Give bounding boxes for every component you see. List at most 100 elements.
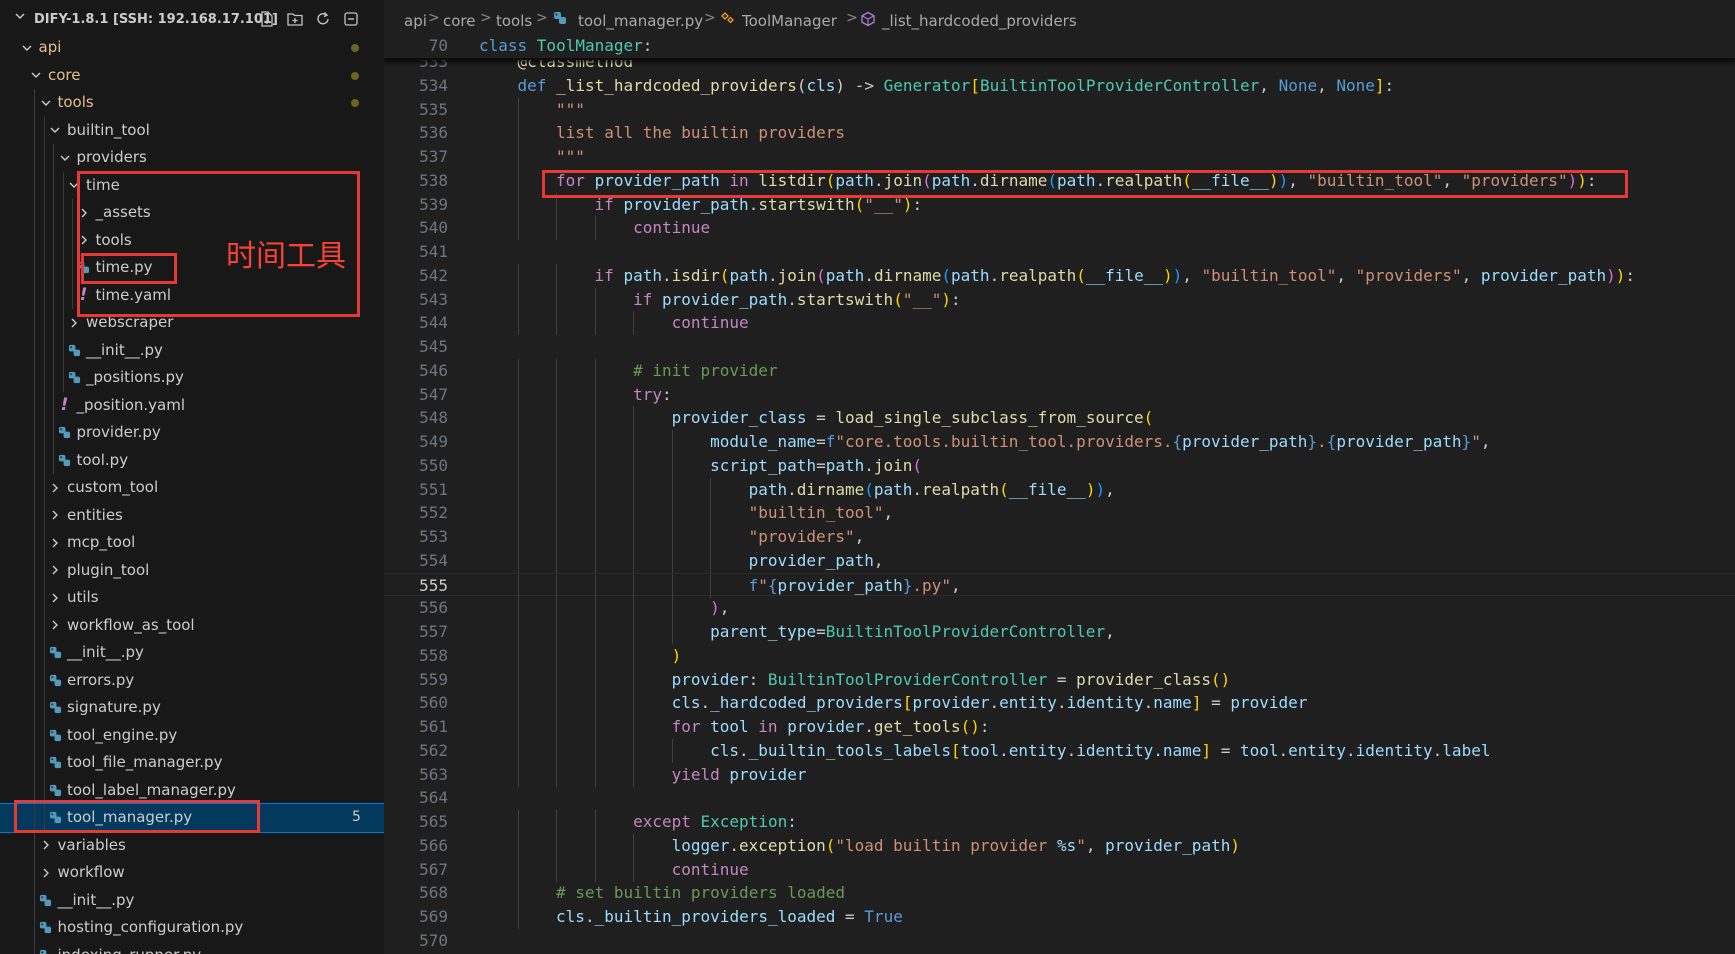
chevron-right-icon[interactable]	[67, 309, 81, 337]
tree-item-tool-manager-py[interactable]: tool_manager.py 5	[0, 803, 384, 833]
code-line[interactable]: 570	[384, 929, 1735, 953]
code-line[interactable]: 557 parent_type=BuiltinToolProviderContro…	[384, 620, 1735, 644]
tree-item-tool-py[interactable]: tool.py	[0, 446, 384, 474]
refresh-icon[interactable]	[312, 8, 334, 30]
tree-item-indexing-runner-py[interactable]: indexing_runner.py	[0, 941, 384, 954]
tree-item-mcp-tool[interactable]: mcp_tool	[0, 529, 384, 557]
tree-item-time[interactable]: time	[0, 171, 384, 200]
chevron-down-icon[interactable]	[58, 144, 72, 172]
chevron-right-icon[interactable]	[39, 859, 53, 887]
chevron-down-icon[interactable]	[20, 34, 34, 62]
tree-item-tool-file-manager-py[interactable]: tool_file_manager.py	[0, 749, 384, 777]
code-line[interactable]: 544 continue	[384, 311, 1735, 336]
tree-item-hosting-configuration-py[interactable]: hosting_configuration.py	[0, 914, 384, 942]
code-line[interactable]: 554 provider_path,	[384, 548, 1735, 573]
chevron-right-icon[interactable]	[77, 199, 91, 227]
code-line[interactable]: 561 for tool in provider.get_tools():	[384, 715, 1735, 739]
code-line[interactable]: 538 for provider_path in listdir(path.joi…	[384, 168, 1735, 193]
code-line[interactable]: 548 provider_class = load_single_subclass…	[384, 406, 1735, 431]
chevron-down-icon[interactable]	[48, 117, 62, 145]
tree-item-init-py[interactable]: __init__.py	[0, 639, 384, 667]
new-folder-icon[interactable]	[284, 8, 306, 30]
tree-item-init-py[interactable]: __init__.py	[0, 336, 384, 364]
collapse-all-icon[interactable]	[340, 8, 362, 30]
tree-item-plugin-tool[interactable]: plugin_tool	[0, 556, 384, 585]
chevron-right-icon[interactable]	[48, 529, 62, 557]
code-line[interactable]: 565 except Exception:	[384, 810, 1735, 834]
code-line[interactable]: 555 f"{provider_path}.py",	[384, 572, 1735, 598]
code-line[interactable]: 563 yield provider	[384, 762, 1735, 787]
sticky-scroll-header[interactable]: 70 class ToolManager:	[384, 34, 1735, 60]
code-line[interactable]: 549 module_name=f"core.tools.builtin_tool…	[384, 430, 1735, 454]
tree-item-signature-py[interactable]: signature.py	[0, 694, 384, 722]
code-line[interactable]: 539 if provider_path.startswith("__"):	[384, 192, 1735, 217]
code-line[interactable]: 535 """	[384, 97, 1735, 122]
code-line[interactable]: 546 # init provider	[384, 358, 1735, 383]
code-line[interactable]: 552 "builtin_tool",	[384, 501, 1735, 526]
code-line[interactable]: 540 continue	[384, 216, 1735, 241]
code-editor[interactable]: api > core > tools > tool_manager.py > T…	[384, 0, 1735, 954]
code-line[interactable]: 537 """	[384, 145, 1735, 169]
breadcrumb-class[interactable]: ToolManager	[742, 12, 837, 30]
breadcrumb-core[interactable]: core	[443, 12, 476, 30]
tree-item-api[interactable]: api	[0, 34, 384, 62]
tree-item-variables[interactable]: variables	[0, 831, 384, 860]
breadcrumb-tools[interactable]: tools	[496, 12, 532, 30]
code-line[interactable]: 534 def _list_hardcoded_providers(cls) ->…	[384, 74, 1735, 98]
code-line[interactable]: 547 try:	[384, 382, 1735, 407]
tree-item-builtin-tool[interactable]: builtin_tool	[0, 116, 384, 145]
chevron-down-icon[interactable]	[14, 10, 26, 26]
new-file-icon[interactable]	[256, 8, 278, 30]
tree-item-init-py[interactable]: __init__.py	[0, 886, 384, 914]
breadcrumb-method[interactable]: _list_hardcoded_providers	[882, 12, 1077, 30]
chevron-right-icon[interactable]	[39, 832, 53, 860]
chevron-down-icon[interactable]	[39, 89, 53, 117]
tree-item-tools[interactable]: tools	[0, 89, 384, 117]
code-line[interactable]: 545	[384, 335, 1735, 359]
tree-item-errors-py[interactable]: errors.py	[0, 666, 384, 694]
breadcrumb-file[interactable]: tool_manager.py	[578, 12, 703, 30]
chevron-right-icon[interactable]	[77, 227, 91, 255]
chevron-right-icon[interactable]	[48, 502, 62, 530]
code-line[interactable]: 559 provider: BuiltinToolProviderControll…	[384, 667, 1735, 692]
tree-item-utils[interactable]: utils	[0, 584, 384, 612]
code-line[interactable]: 551 path.dirname(path.realpath(__file__))…	[384, 477, 1735, 502]
tree-item-core[interactable]: core	[0, 62, 384, 90]
code-line[interactable]: 543 if provider_path.startswith("__"):	[384, 287, 1735, 312]
code-line[interactable]: 567 continue	[384, 857, 1735, 882]
code-line[interactable]: 550 script_path=path.join(	[384, 453, 1735, 478]
breadcrumb-api[interactable]: api	[404, 12, 427, 30]
tree-item-workflow[interactable]: workflow	[0, 859, 384, 887]
code-line[interactable]: 564	[384, 786, 1735, 810]
tree-item-webscraper[interactable]: webscraper	[0, 309, 384, 337]
code-line[interactable]: 553 "providers",	[384, 525, 1735, 549]
code-line[interactable]: 566 logger.exception("load builtin provid…	[384, 833, 1735, 858]
workspace-title[interactable]: DIFY-1.8.1 [SSH: 192.168.17.101]	[34, 12, 278, 27]
code-line[interactable]: 556),	[384, 596, 1735, 621]
chevron-right-icon[interactable]	[48, 584, 62, 612]
code-line[interactable]: 536 list all the builtin providers	[384, 121, 1735, 146]
tree-item-custom-tool[interactable]: custom_tool	[0, 474, 384, 502]
chevron-down-icon[interactable]	[67, 172, 81, 200]
code-line[interactable]: 542 if path.isdir(path.join(path.dirname(…	[384, 263, 1735, 288]
code-line[interactable]: 562 cls._builtin_tools_labels[tool.entity…	[384, 738, 1735, 763]
code-line[interactable]: 558)	[384, 643, 1735, 668]
tree-item-position-yaml[interactable]: ! _position.yaml	[0, 391, 384, 419]
tree-item-entities[interactable]: entities	[0, 501, 384, 530]
chevron-right-icon[interactable]	[48, 557, 62, 585]
tree-item-provider-py[interactable]: provider.py	[0, 419, 384, 447]
chevron-right-icon[interactable]	[48, 474, 62, 502]
tree-item-positions-py[interactable]: _positions.py	[0, 364, 384, 392]
tree-item-tool-label-manager-py[interactable]: tool_label_manager.py	[0, 776, 384, 804]
tree-item-assets[interactable]: _assets	[0, 199, 384, 227]
tree-item-workflow-as-tool[interactable]: workflow_as_tool	[0, 611, 384, 640]
tree-item-time-yaml[interactable]: ! time.yaml	[0, 281, 384, 309]
chevron-right-icon[interactable]	[48, 612, 62, 640]
code-line[interactable]: 569 cls._builtin_providers_loaded = True	[384, 905, 1735, 929]
code-line[interactable]: 541	[384, 240, 1735, 264]
code-line[interactable]: 568 # set builtin providers loaded	[384, 881, 1735, 906]
chevron-down-icon[interactable]	[29, 62, 43, 90]
tree-item-tool-engine-py[interactable]: tool_engine.py	[0, 721, 384, 749]
code-line[interactable]: 560 cls._hardcoded_providers[provider.ent…	[384, 691, 1735, 716]
tree-item-providers[interactable]: providers	[0, 144, 384, 172]
